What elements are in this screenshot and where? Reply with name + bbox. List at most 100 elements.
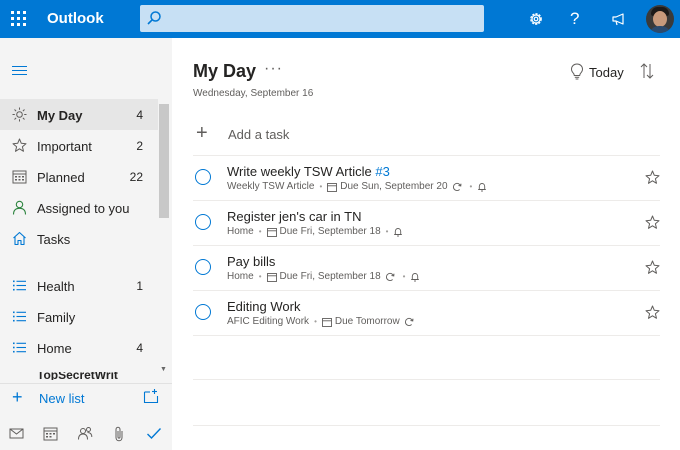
sidebar-item-home[interactable]: Home 4 — [0, 332, 158, 363]
sidebar-item-label: Tasks — [37, 232, 71, 247]
reminder-bell-icon — [394, 227, 403, 236]
sun-icon — [12, 107, 27, 122]
today-suggestions-button[interactable]: Today — [570, 62, 650, 82]
repeat-icon — [452, 182, 461, 191]
task-row[interactable]: Editing Work AFIC Editing Work • Due Tom… — [193, 291, 660, 336]
task-title[interactable]: Write weekly TSW Article #3 — [227, 164, 390, 179]
importance-star-icon[interactable] — [645, 305, 660, 320]
help-icon[interactable]: ? — [570, 9, 579, 29]
current-date: Wednesday, September 16 — [193, 88, 314, 99]
task-meta: Home • Due Fri, September 18 • — [227, 271, 423, 282]
task-meta: Weekly TSW Article • Due Sun, September … — [227, 181, 490, 192]
task-list-name: AFIC Editing Work — [227, 316, 310, 327]
due-calendar-icon — [327, 182, 338, 192]
lightbulb-icon — [570, 63, 584, 80]
sidebar-item-family[interactable]: Family — [0, 301, 158, 332]
sidebar-item-count: 22 — [129, 170, 143, 184]
sidebar-item-my-day[interactable]: My Day 4 — [0, 99, 158, 130]
task-row[interactable]: Pay bills Home • Due Fri, September 18 • — [193, 246, 660, 291]
today-label: Today — [589, 65, 624, 80]
sidebar-item-count: 2 — [136, 139, 143, 153]
due-calendar-icon — [321, 317, 332, 327]
mail-icon[interactable] — [9, 426, 24, 441]
task-title[interactable]: Pay bills — [227, 254, 275, 269]
sidebar-item-health[interactable]: Health 1 — [0, 270, 158, 301]
scroll-down-arrow-icon[interactable]: ▼ — [160, 366, 167, 373]
sidebar-item-tasks[interactable]: Tasks — [0, 223, 158, 254]
sidebar-item-count: 4 — [136, 341, 143, 355]
menu-hamburger-icon[interactable] — [12, 66, 27, 78]
task-meta: Home • Due Fri, September 18 • — [227, 226, 406, 237]
add-task-input[interactable]: Add a task — [228, 127, 289, 142]
more-options-button[interactable]: ··· — [264, 60, 283, 78]
sidebar-item-important[interactable]: Important 2 — [0, 130, 158, 161]
main-panel: My Day ··· Wednesday, September 16 Today… — [172, 38, 680, 450]
importance-star-icon[interactable] — [645, 260, 660, 275]
list-icon — [13, 280, 26, 291]
plus-icon[interactable]: + — [12, 388, 23, 406]
task-list-name: Weekly TSW Article — [227, 181, 315, 192]
complete-task-checkbox[interactable] — [195, 259, 211, 275]
app-launcher-icon[interactable] — [11, 11, 27, 27]
sidebar-item-label: Health — [37, 279, 75, 294]
calendar-app-icon[interactable] — [43, 426, 58, 441]
app-switcher-bar — [0, 418, 172, 450]
person-icon — [12, 200, 27, 215]
feedback-megaphone-icon[interactable] — [610, 10, 628, 28]
reminder-bell-icon — [478, 182, 487, 191]
settings-gear-icon[interactable] — [527, 10, 545, 28]
empty-row-divider — [193, 425, 660, 426]
complete-task-checkbox[interactable] — [195, 169, 211, 185]
sidebar: My Day 4 Important 2 Planned 22 Assigned… — [0, 38, 172, 450]
top-bar: Outlook ? — [0, 0, 680, 38]
sidebar-item-label: TopSecretWrit — [37, 372, 118, 380]
todo-check-icon[interactable] — [146, 426, 162, 441]
importance-star-icon[interactable] — [645, 170, 660, 185]
sidebar-item-label: Planned — [37, 170, 85, 185]
page-title: My Day — [193, 61, 257, 81]
people-icon[interactable] — [77, 426, 93, 441]
sidebar-item-assigned[interactable]: Assigned to you — [0, 192, 158, 223]
add-task-row[interactable]: + Add a task — [193, 118, 660, 156]
task-row[interactable]: Write weekly TSW Article #3 Weekly TSW A… — [193, 156, 660, 201]
sidebar-item-label: Home — [37, 341, 72, 356]
search-box[interactable] — [140, 5, 484, 32]
task-row[interactable]: Register jen's car in TN Home • Due Fri,… — [193, 201, 660, 246]
new-list-button[interactable]: New list — [39, 391, 85, 406]
task-meta: AFIC Editing Work • Due Tomorrow — [227, 316, 417, 327]
repeat-icon — [404, 317, 414, 326]
sort-icon[interactable] — [640, 63, 654, 79]
home-icon — [13, 231, 26, 246]
task-due-date: Due Sun, September 20 — [340, 181, 448, 192]
search-icon — [147, 11, 161, 25]
user-avatar[interactable] — [646, 5, 674, 33]
search-input[interactable] — [168, 9, 468, 28]
sidebar-scrollbar-thumb[interactable] — [159, 104, 169, 218]
calendar-icon — [12, 170, 27, 184]
task-list-name: Home — [227, 271, 254, 282]
complete-task-checkbox[interactable] — [195, 304, 211, 320]
sidebar-item-planned[interactable]: Planned 22 — [0, 161, 158, 192]
sidebar-item-label: Family — [37, 310, 76, 325]
list-icon — [13, 342, 26, 353]
sidebar-item-label: My Day — [37, 108, 83, 123]
reminder-bell-icon — [411, 272, 420, 281]
task-title[interactable]: Register jen's car in TN — [227, 209, 361, 224]
sidebar-item-label: Important — [37, 139, 92, 154]
plus-icon: + — [196, 122, 208, 144]
task-tag[interactable]: #3 — [375, 164, 389, 179]
sidebar-item-truncated[interactable]: TopSecretWrit — [12, 372, 152, 380]
star-icon — [12, 138, 27, 152]
complete-task-checkbox[interactable] — [195, 214, 211, 230]
empty-row-divider — [193, 379, 660, 380]
due-calendar-icon — [266, 227, 277, 237]
importance-star-icon[interactable] — [645, 215, 660, 230]
app-brand[interactable]: Outlook — [47, 10, 104, 27]
task-title[interactable]: Editing Work — [227, 299, 300, 314]
attachment-icon[interactable] — [113, 426, 125, 442]
due-calendar-icon — [266, 272, 277, 282]
sidebar-item-count: 4 — [136, 108, 143, 122]
new-group-icon[interactable] — [143, 388, 159, 404]
task-due-date: Due Fri, September 18 — [279, 226, 381, 237]
sidebar-item-count: 1 — [136, 279, 143, 293]
